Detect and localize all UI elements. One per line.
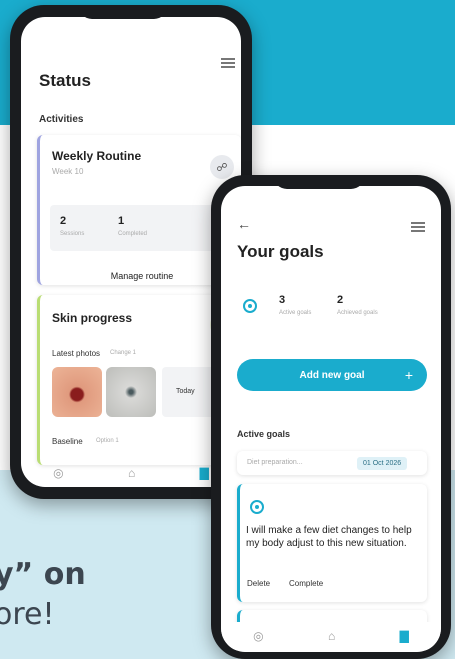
goal-logo-icon [243,299,257,313]
menu-icon[interactable] [221,58,235,68]
stat-label: Sessions [60,231,85,237]
goals-screen: ← Your goals 3 Active goals 2 Achieved g… [221,186,441,652]
stats-icon[interactable]: ▇ [400,629,409,643]
goal-input-row[interactable]: Diet preparation... 01 Oct 2026 [237,451,427,475]
page-title: Your goals [237,242,324,261]
section-label: Activities [39,114,84,125]
latest-photos-label: Latest photos [52,349,101,358]
delete-button[interactable]: Delete [247,579,270,588]
card-title: Skin progress [52,311,133,325]
add-new-goal-button[interactable]: Add new goal + [237,359,427,391]
latest-photos-sub: Change 1 [110,350,137,356]
menu-icon[interactable] [411,222,425,232]
stat-label: Completed [118,231,148,237]
promo-line-1: y” on [0,557,86,592]
active-goals-label: Active goals [237,429,291,439]
goal-description: I will make a few diet changes to help m… [246,525,412,549]
home-icon[interactable]: ⌂ [328,629,335,643]
routine-stats: 2 Sessions 1 Completed [50,205,232,251]
activity-icon[interactable]: ◎ [53,466,63,480]
status-screen: Status Activities Weekly Routine Week 10… [21,17,241,487]
phone-notch [273,175,365,189]
baseline-label: Baseline [52,437,83,446]
skin-photo[interactable] [52,367,102,417]
goals-phone: ← Your goals 3 Active goals 2 Achieved g… [211,175,451,659]
promo-line-2: ore! [0,597,55,632]
stat-value: 1 [118,215,125,227]
stats-icon[interactable]: ▇ [200,466,209,480]
bottom-nav: ◎ ⌂ ▇ [21,459,241,487]
goal-input[interactable]: Diet preparation... [247,459,303,466]
stat-value: 2 [60,215,67,227]
stat-label: Active goals [279,310,312,316]
card-subtitle: Week 10 [52,167,84,176]
stat-value: 2 [337,294,344,306]
stat-value: 3 [279,294,286,306]
home-icon[interactable]: ⌂ [128,466,135,480]
card-title: Weekly Routine [52,149,142,163]
goal-stats: 3 Active goals 2 Achieved goals [239,284,425,328]
routine-icon: ☍ [210,155,234,179]
promo-text: y” on ore! [0,555,86,635]
add-goal-label: Add new goal [299,369,365,381]
back-arrow-icon[interactable]: ← [237,216,251,232]
stat-label: Achieved goals [337,310,378,316]
today-label: Today [176,388,195,395]
complete-button[interactable]: Complete [289,579,323,588]
skin-photo[interactable] [106,367,156,417]
plus-icon: + [404,367,413,383]
activity-icon[interactable]: ◎ [253,629,263,643]
page-title: Status [39,71,91,90]
goal-logo-icon [250,500,264,514]
phone-notch [78,5,168,19]
baseline-sub: Option 1 [96,438,119,444]
bottom-nav: ◎ ⌂ ▇ [221,622,441,650]
date-badge: 01 Oct 2026 [357,457,408,470]
